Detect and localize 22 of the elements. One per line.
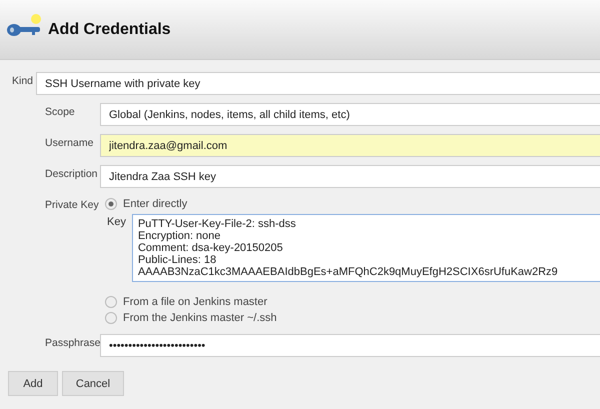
field-label: Passphrase bbox=[45, 336, 100, 349]
field-label: Kind bbox=[12, 74, 34, 87]
page-title: Add Credentials bbox=[48, 20, 171, 38]
kind-select[interactable]: SSH Username with private key bbox=[36, 72, 600, 95]
radio-label: From the Jenkins master ~/.ssh bbox=[123, 312, 277, 324]
radio-button[interactable] bbox=[105, 198, 117, 210]
input-field[interactable]: Jitendra Zaa SSH key bbox=[100, 165, 600, 188]
field-label: Description bbox=[45, 167, 99, 180]
input-field[interactable]: Global (Jenkins, nodes, items, all child items, etc) bbox=[100, 103, 600, 126]
cancel-button[interactable]: Cancel bbox=[62, 371, 124, 396]
password-field[interactable]: ••••••••••••••••••••••••• bbox=[100, 334, 600, 357]
field-label: Scope bbox=[45, 105, 76, 118]
field-label: Key bbox=[107, 215, 126, 230]
field-label: Username bbox=[45, 136, 94, 149]
radio-button[interactable] bbox=[105, 312, 117, 324]
field-label: Private Key bbox=[45, 198, 100, 211]
radio-label: Enter directly bbox=[123, 198, 188, 210]
key-textarea[interactable]: PuTTY-User-Key-File-2: ssh-dss Encryption: none Comment: dsa-key-20150205 Public-Lines: 18 AAAAB3NzaC1kc3MAAAEBAIdbBgEs+aMFQhC2k9qMuyEfgH2SCIX6srUfuKaw2Rz9 bbox=[132, 214, 600, 282]
radio-button[interactable] bbox=[105, 296, 117, 308]
add-button[interactable]: Add bbox=[8, 371, 58, 396]
radio-label: From a file on Jenkins master bbox=[123, 296, 268, 308]
input-field[interactable]: jitendra.zaa@gmail.com bbox=[100, 134, 600, 157]
